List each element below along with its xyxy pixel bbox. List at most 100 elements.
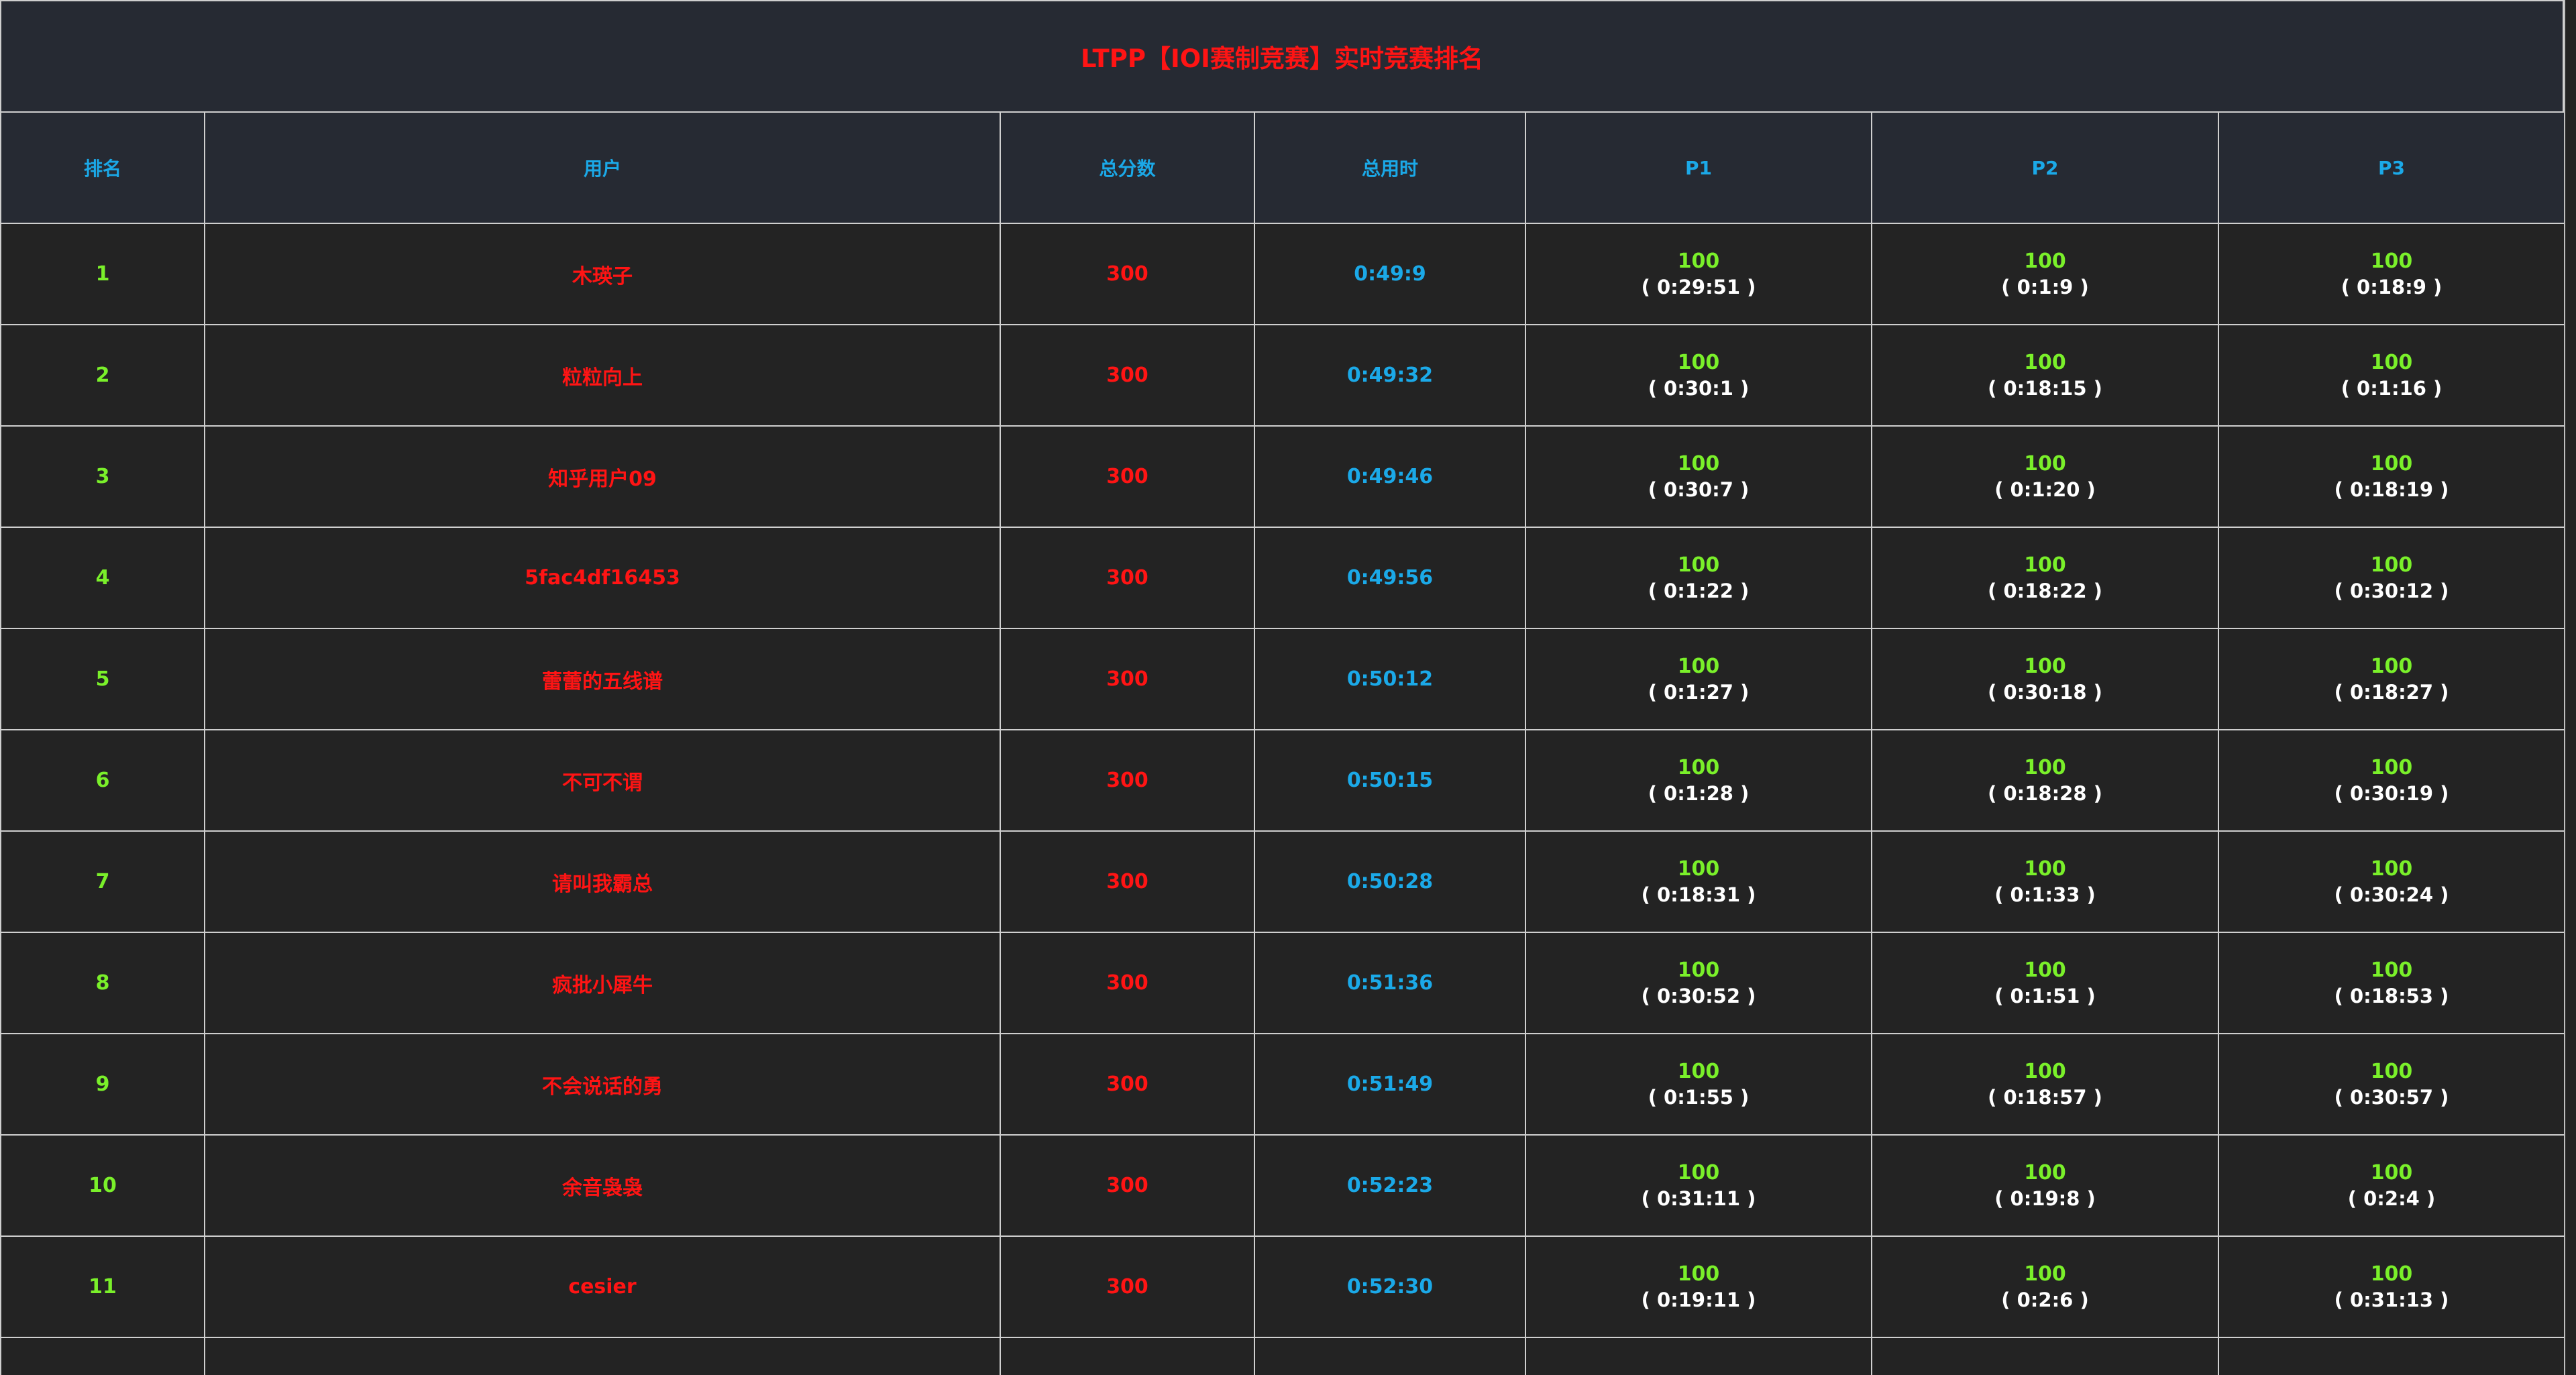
user-cell[interactable]: 疯批小犀牛 [204, 932, 1001, 1034]
p2-cell[interactable]: 100( 0:1:20 ) [1871, 425, 2219, 528]
user-cell[interactable]: 不可不谓 [204, 729, 1001, 832]
p1-score: 100 [1677, 553, 1720, 577]
p1-cell[interactable]: 100( 0:1:28 ) [1525, 729, 1872, 832]
p2-cell[interactable]: 100( 0:18:15 ) [1871, 324, 2219, 427]
table-row: 9 不会说话的勇 300 0:51:49 100( 0:1:55 ) 100( 0:18:… [0, 1033, 2564, 1136]
p3-cell[interactable]: 100( 0:18:9 ) [2218, 223, 2564, 325]
user-cell[interactable]: 请叫我霸总 [204, 830, 1001, 933]
rank-cell: 10 [0, 1134, 205, 1237]
p1-cell[interactable]: 100( 0:29:51 ) [1525, 223, 1872, 325]
rank-cell: 9 [0, 1033, 205, 1136]
p3-cell[interactable]: 100( 0:30:24 ) [2218, 830, 2564, 933]
p2-cell[interactable]: 100( 0:19:8 ) [1871, 1134, 2219, 1237]
total-score-cell: 300 [1000, 628, 1255, 730]
p2-cell[interactable]: 100 [1871, 1337, 2219, 1375]
p1-cell[interactable]: 100( 0:1:55 ) [1525, 1033, 1872, 1136]
p2-score: 100 [2024, 958, 2066, 982]
p2-score: 100 [2024, 1160, 2066, 1185]
user-cell[interactable]: 余音袅袅 [204, 1134, 1001, 1237]
p2-cell[interactable]: 100( 0:1:33 ) [1871, 830, 2219, 933]
p2-cell[interactable]: 100( 0:2:6 ) [1871, 1235, 2219, 1338]
p3-cell[interactable]: 100( 0:18:53 ) [2218, 932, 2564, 1034]
p2-cell[interactable]: 100( 0:18:22 ) [1871, 527, 2219, 629]
rank-cell-text: 10 [89, 1174, 117, 1197]
p2-cell[interactable]: 100( 0:1:51 ) [1871, 932, 2219, 1034]
user-cell[interactable]: 木瑛子 [204, 223, 1001, 325]
p2-cell[interactable]: 100( 0:30:18 ) [1871, 628, 2219, 730]
user-cell-text: 不会说话的勇 [542, 1075, 663, 1099]
total-score-cell: 300 [1000, 223, 1255, 325]
p1-score: 100 [1677, 958, 1720, 982]
p2-cell[interactable]: 100( 0:18:57 ) [1871, 1033, 2219, 1136]
user-cell[interactable] [204, 1337, 1001, 1375]
p3-score: 100 [2370, 857, 2413, 881]
p3-time: ( 0:30:24 ) [2334, 883, 2449, 906]
p1-cell[interactable]: 100( 0:19:11 ) [1525, 1235, 1872, 1338]
p1-cell[interactable]: 100( 0:1:22 ) [1525, 527, 1872, 629]
p1-time: ( 0:30:52 ) [1641, 984, 1756, 1007]
total-time-cell-text: 0:50:12 [1346, 667, 1434, 691]
p1-cell[interactable]: 100( 0:18:31 ) [1525, 830, 1872, 933]
p2-score: 100 [2024, 654, 2066, 678]
total-score-cell: 300 [1000, 1235, 1255, 1338]
header-total-time[interactable]: 总用时 [1254, 111, 1526, 224]
p3-cell[interactable]: 100( 0:31:13 ) [2218, 1235, 2564, 1338]
rank-cell-text: 5 [95, 667, 110, 691]
p1-time: ( 0:19:11 ) [1641, 1288, 1756, 1311]
user-cell-text: 不可不谓 [562, 771, 643, 795]
header-p3[interactable]: P3 [2218, 111, 2564, 224]
total-score-cell-text: 300 [1106, 465, 1148, 488]
p3-cell[interactable]: 100( 0:18:19 ) [2218, 425, 2564, 528]
p3-cell[interactable]: 100 [2218, 1337, 2564, 1375]
header-user[interactable]: 用户 [204, 111, 1001, 224]
user-cell[interactable]: 蕾蕾的五线谱 [204, 628, 1001, 730]
p3-cell[interactable]: 100( 0:2:4 ) [2218, 1134, 2564, 1237]
p1-cell[interactable]: 100 [1525, 1337, 1872, 1375]
p3-cell[interactable]: 100( 0:30:12 ) [2218, 527, 2564, 629]
total-time-cell [1254, 1337, 1526, 1375]
p2-score: 100 [2024, 249, 2066, 273]
total-time-cell: 0:51:36 [1254, 932, 1526, 1034]
p3-cell[interactable]: 100( 0:18:27 ) [2218, 628, 2564, 730]
user-cell[interactable]: 知乎用户09 [204, 425, 1001, 528]
user-cell[interactable]: cesier [204, 1235, 1001, 1338]
total-score-cell: 300 [1000, 527, 1255, 629]
total-score-cell-text: 300 [1106, 1174, 1148, 1197]
p2-time: ( 0:18:57 ) [1988, 1085, 2102, 1109]
rank-cell-text: 9 [95, 1072, 110, 1096]
p2-cell[interactable]: 100( 0:1:9 ) [1871, 223, 2219, 325]
p3-time: ( 0:30:57 ) [2334, 1085, 2449, 1109]
p3-score: 100 [2370, 553, 2413, 577]
rank-cell [0, 1337, 205, 1375]
total-score-cell-text: 300 [1106, 566, 1148, 590]
p3-cell[interactable]: 100( 0:30:57 ) [2218, 1033, 2564, 1136]
table-row: 5 蕾蕾的五线谱 300 0:50:12 100( 0:1:27 ) 100( 0:30:… [0, 628, 2564, 730]
user-cell[interactable]: 5fac4df16453 [204, 527, 1001, 629]
table-row: 7 请叫我霸总 300 0:50:28 100( 0:18:31 ) 100( 0:1:3… [0, 830, 2564, 933]
p3-cell[interactable]: 100( 0:30:19 ) [2218, 729, 2564, 832]
user-cell-text: 请叫我霸总 [552, 872, 653, 896]
p1-cell[interactable]: 100( 0:1:27 ) [1525, 628, 1872, 730]
header-total-score[interactable]: 总分数 [1000, 111, 1255, 224]
user-cell[interactable]: 粒粒向上 [204, 324, 1001, 427]
p2-time: ( 0:19:8 ) [1994, 1187, 2096, 1210]
rank-cell: 6 [0, 729, 205, 832]
total-score-cell-text: 300 [1106, 870, 1148, 893]
p1-cell[interactable]: 100( 0:30:1 ) [1525, 324, 1872, 427]
p3-time: ( 0:18:27 ) [2334, 680, 2449, 704]
ranking-table: 排名 用户 总分数 总用时 P1 P2 P3 1 木瑛子 300 0:49:9 100(… [0, 111, 2564, 1375]
header-p1[interactable]: P1 [1525, 111, 1872, 224]
header-p2[interactable]: P2 [1871, 111, 2219, 224]
p1-cell[interactable]: 100( 0:31:11 ) [1525, 1134, 1872, 1237]
total-score-cell: 300 [1000, 830, 1255, 933]
p1-cell[interactable]: 100( 0:30:52 ) [1525, 932, 1872, 1034]
p3-time: ( 0:18:53 ) [2334, 984, 2449, 1007]
total-score-cell-text: 300 [1106, 971, 1148, 995]
user-cell[interactable]: 不会说话的勇 [204, 1033, 1001, 1136]
p2-cell[interactable]: 100( 0:18:28 ) [1871, 729, 2219, 832]
total-score-cell-text: 300 [1106, 667, 1148, 691]
p3-cell[interactable]: 100( 0:1:16 ) [2218, 324, 2564, 427]
header-rank[interactable]: 排名 [0, 111, 205, 224]
p3-score: 100 [2370, 1160, 2413, 1185]
p1-cell[interactable]: 100( 0:30:7 ) [1525, 425, 1872, 528]
